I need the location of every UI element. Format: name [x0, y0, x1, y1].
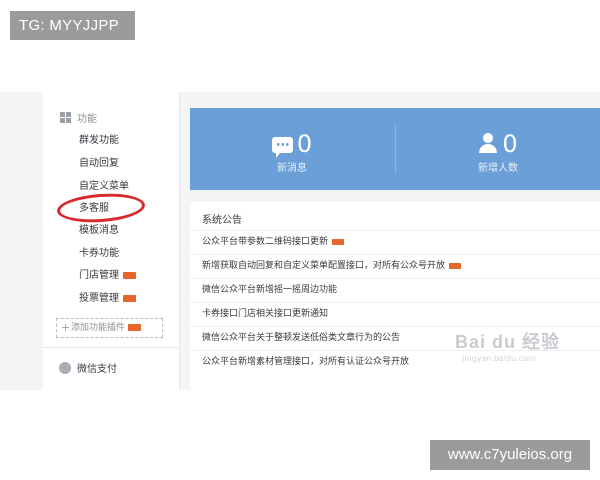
sidebar-item-label: 卡券功能 — [79, 248, 119, 259]
new-badge — [332, 238, 345, 245]
notice-item[interactable]: 公众平台带参数二维码接口更新 — [190, 230, 600, 254]
sidebar-item-template-message[interactable]: 模板消息 — [79, 224, 119, 238]
notice-item[interactable]: 卡券接口门店相关接口更新通知 — [190, 302, 600, 326]
notice-item[interactable]: 微信公众平台新增摇一摇周边功能 — [190, 278, 600, 302]
stat-new-messages[interactable]: 0 新消息 — [190, 108, 394, 190]
sidebar-item-wechat-pay[interactable]: 微信支付 — [59, 360, 117, 375]
sidebar-item-label: 门店管理 — [79, 270, 119, 281]
sidebar-section-header: 功能 — [60, 110, 97, 125]
baidu-watermark: Bai du 经验 — [455, 332, 561, 352]
stat-value: 0 — [502, 130, 518, 158]
sidebar-item-mass-send[interactable]: 群发功能 — [79, 134, 119, 148]
sidebar-item-auto-reply[interactable]: 自动回复 — [79, 157, 119, 171]
notice-text: 新增获取自动回复和自定义菜单配置接口，对所有公众号开放 — [202, 261, 446, 271]
wechat-admin-screenshot: 功能 群发功能 自动回复 自定义菜单 多客服 模板消息 卡券功能 门店管理 投票… — [0, 92, 600, 390]
new-badge — [123, 294, 136, 302]
notice-item[interactable]: 新增获取自动回复和自定义菜单配置接口，对所有公众号开放 — [190, 254, 600, 278]
notice-text: 公众平台新增素材管理接口，对所有认证公众号开放 — [202, 357, 410, 367]
stat-label: 新增人数 — [478, 163, 518, 174]
site-overlay-label: www.c7yuleios.org — [430, 440, 590, 470]
stats-panel: 0 新消息 0 新增人数 — [190, 108, 600, 190]
system-notice-panel: 系统公告 公众平台带参数二维码接口更新 新增获取自动回复和自定义菜单配置接口，对… — [190, 202, 600, 390]
sidebar-item-label: 投票管理 — [79, 293, 119, 304]
sidebar-item-label: 自定义菜单 — [79, 181, 129, 192]
sidebar-item-label: 群发功能 — [79, 135, 119, 146]
notice-text: 微信公众平台关于整顿发送低俗类文章行为的公告 — [202, 333, 401, 343]
user-icon — [478, 133, 498, 153]
baidu-watermark-url: jingyan.baidu.com — [462, 354, 536, 363]
sidebar-item-vote-management[interactable]: 投票管理 — [79, 292, 136, 306]
sidebar-divider — [43, 347, 179, 348]
notice-text: 公众平台带参数二维码接口更新 — [202, 237, 329, 247]
sidebar-item-label: 模板消息 — [79, 225, 119, 236]
message-bubble-icon — [271, 137, 293, 158]
tg-overlay-label: TG: MYYJJPP — [10, 11, 135, 40]
wechat-pay-icon — [59, 361, 71, 374]
add-plugin-button[interactable]: + 添加功能插件 — [56, 318, 163, 338]
grid-icon — [60, 112, 71, 123]
sidebar: 功能 群发功能 自动回复 自定义菜单 多客服 模板消息 卡券功能 门店管理 投票… — [43, 92, 180, 390]
new-badge — [128, 324, 142, 331]
sidebar-section-title: 功能 — [77, 114, 97, 125]
new-badge — [449, 262, 462, 269]
notice-text: 微信公众平台新增摇一摇周边功能 — [202, 285, 338, 295]
sidebar-item-store-management[interactable]: 门店管理 — [79, 269, 136, 283]
highlight-circle — [56, 190, 146, 226]
notice-text: 卡券接口门店相关接口更新通知 — [202, 309, 329, 319]
new-badge — [123, 271, 136, 279]
sidebar-item-custom-menu[interactable]: 自定义菜单 — [79, 180, 129, 194]
sidebar-item-label: 自动回复 — [79, 158, 119, 169]
sidebar-item-label: 微信支付 — [77, 364, 117, 375]
stat-new-followers[interactable]: 0 新增人数 — [396, 108, 600, 190]
stat-value: 0 — [296, 130, 313, 158]
add-plugin-label: 添加功能插件 — [71, 323, 126, 333]
stat-label: 新消息 — [277, 163, 307, 174]
notice-title: 系统公告 — [202, 215, 242, 226]
plus-icon: + — [61, 321, 71, 334]
sidebar-item-cards[interactable]: 卡券功能 — [79, 247, 119, 261]
